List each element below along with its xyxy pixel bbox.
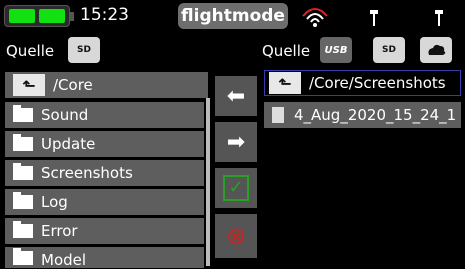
list-item[interactable]: Sound: [5, 102, 204, 128]
list-item[interactable]: Screenshots: [5, 160, 204, 186]
right-path: /Core/Screenshots: [309, 74, 446, 92]
usb-chip-label: USB: [324, 44, 348, 56]
list-item[interactable]: Log: [5, 189, 204, 215]
confirm-button[interactable]: ✓: [215, 168, 257, 208]
folder-icon: [13, 163, 33, 180]
delete-icon: ⊗: [225, 222, 247, 250]
flight-mode-label: flightmode: [178, 3, 288, 29]
folder-icon: [13, 105, 33, 122]
folder-name: Screenshots: [41, 164, 133, 182]
folder-icon: [13, 248, 33, 265]
cloud-receiver-icon[interactable]: [420, 37, 452, 63]
battery-cell-icon: [39, 9, 65, 23]
arrow-left-icon: ⬅: [226, 83, 246, 109]
clock: 15:23: [80, 5, 129, 25]
source-label: Quelle: [6, 42, 55, 60]
sd-card-icon[interactable]: SD: [68, 37, 100, 63]
left-path-row[interactable]: ⬑ /Core: [5, 72, 208, 98]
folder-icon: [13, 192, 33, 209]
sd-card-icon[interactable]: SD: [373, 37, 405, 63]
sd-chip-label: SD: [382, 45, 396, 55]
folder-name: Sound: [41, 106, 89, 124]
copy-left-button[interactable]: ⬅: [215, 76, 257, 116]
folder-icon: [13, 221, 33, 238]
folder-name: Error: [41, 222, 78, 240]
sd-chip-label: SD: [77, 45, 91, 55]
folder-name: Log: [41, 193, 68, 211]
folder-up-icon[interactable]: ⬑: [13, 74, 45, 96]
signal-icon: [302, 8, 328, 27]
battery-indicator: [4, 5, 74, 27]
list-item[interactable]: Model: [5, 247, 204, 269]
sensor-bar-icon: [435, 10, 443, 26]
usb-icon[interactable]: USB: [320, 37, 352, 63]
left-path: /Core: [53, 76, 93, 94]
copy-right-button[interactable]: ➡: [215, 122, 257, 162]
file-icon: [272, 107, 284, 123]
arrow-right-icon: ➡: [226, 129, 246, 155]
folder-name: Model: [41, 251, 87, 269]
folder-icon: [13, 134, 33, 151]
list-item[interactable]: Error: [5, 218, 204, 244]
folder-name: Update: [41, 135, 96, 153]
list-item[interactable]: 4_Aug_2020_15_24_1: [264, 102, 461, 128]
delete-button[interactable]: ⊗: [215, 214, 257, 258]
sensor-bar-icon: [370, 10, 378, 26]
source-label: Quelle: [262, 42, 311, 60]
folder-up-icon[interactable]: ⬑: [269, 72, 301, 94]
right-path-row[interactable]: ⬑ /Core/Screenshots: [264, 70, 461, 96]
battery-tip: [70, 12, 74, 21]
file-name: 4_Aug_2020_15_24_1: [294, 106, 457, 124]
checkmark-icon: ✓: [223, 175, 249, 201]
scrollbar[interactable]: [206, 98, 210, 266]
list-item[interactable]: Update: [5, 131, 204, 157]
battery-cell-icon: [9, 9, 35, 23]
cloud-icon: [428, 44, 446, 55]
